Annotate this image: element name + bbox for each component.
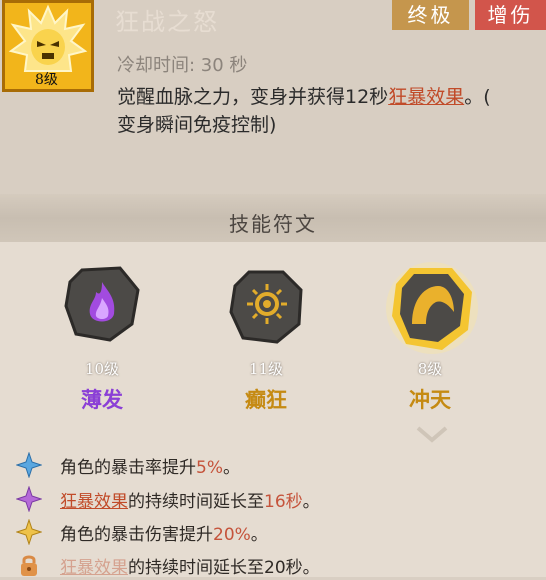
skill-title: 狂战之怒 bbox=[115, 8, 219, 36]
gold-eye-icon bbox=[229, 270, 303, 344]
bonus-desc: 角色的暴击率提升 bbox=[60, 458, 196, 478]
gold-wave-icon bbox=[386, 262, 478, 354]
bonus-end: 。 bbox=[222, 458, 240, 478]
bonus-row-3: 角色的暴击伤害提升20%。 bbox=[0, 517, 546, 547]
bonus-value: 20% bbox=[213, 525, 251, 545]
rune-1[interactable] bbox=[62, 264, 142, 348]
purple-star-icon bbox=[16, 486, 42, 512]
desc-text: 觉醒血脉之力，变身并获得12秒 bbox=[117, 86, 389, 108]
purple-flame-icon bbox=[64, 266, 140, 342]
section-title: 技能符文 bbox=[229, 212, 317, 236]
bonus-desc: 的持续时间延长至 bbox=[128, 558, 264, 578]
bonus-text: 狂暴效果的持续时间延长至16秒。 bbox=[60, 487, 320, 512]
rune-2-level: 11级 bbox=[248, 360, 284, 378]
rune-2[interactable] bbox=[227, 266, 307, 350]
cooldown-text: 冷却时间: 30 秒 bbox=[117, 55, 248, 76]
bonus-row-1: 角色的暴击率提升5%。 bbox=[0, 450, 546, 480]
rune-3-name: 冲天 bbox=[409, 388, 451, 412]
bonus-desc: 角色的暴击伤害提升 bbox=[60, 525, 213, 545]
bonus-value: 16秒 bbox=[264, 492, 303, 512]
rune-2-name: 癫狂 bbox=[245, 388, 287, 412]
bonus-text: 狂暴效果的持续时间延长至20秒。 bbox=[60, 553, 320, 578]
skill-description-line1: 觉醒血脉之力，变身并获得12秒狂暴效果。( bbox=[117, 82, 542, 109]
bonus-text: 角色的暴击伤害提升20%。 bbox=[60, 520, 268, 545]
skill-level-badge: 8级 bbox=[35, 72, 58, 88]
berserk-effect-link[interactable]: 狂暴效果 bbox=[60, 492, 128, 512]
rune-1-name: 薄发 bbox=[81, 388, 123, 412]
tag-damage: 增伤 bbox=[475, 0, 546, 30]
lock-icon bbox=[21, 555, 37, 576]
bonus-row-4-locked: 狂暴效果的持续时间延长至20秒。 bbox=[0, 550, 546, 580]
skill-description-line2: 变身瞬间免疫控制) bbox=[117, 114, 277, 136]
tag-final: 终极 bbox=[392, 0, 469, 30]
bonus-end: 。 bbox=[302, 492, 320, 512]
bonus-end: 。 bbox=[302, 558, 320, 578]
skill-icon[interactable]: 8级 bbox=[2, 0, 94, 92]
gold-star-icon bbox=[16, 519, 42, 545]
berserk-effect-link[interactable]: 狂暴效果 bbox=[60, 558, 128, 578]
desc-text-end: 。( bbox=[464, 86, 491, 108]
rune-1-level: 10级 bbox=[84, 360, 120, 378]
berserk-effect-link[interactable]: 狂暴效果 bbox=[388, 86, 464, 108]
rune-3-selected[interactable] bbox=[382, 258, 482, 362]
bonus-text: 角色的暴击率提升5%。 bbox=[60, 453, 240, 478]
bonus-value: 5% bbox=[196, 458, 223, 478]
bonus-end: 。 bbox=[250, 525, 268, 545]
bonus-desc: 的持续时间延长至 bbox=[128, 492, 264, 512]
chevron-down-icon bbox=[416, 426, 448, 443]
bonus-value: 20秒 bbox=[264, 558, 303, 578]
blue-star-icon bbox=[16, 452, 42, 478]
rune-3-level: 8级 bbox=[417, 360, 443, 378]
bonus-row-2: 狂暴效果的持续时间延长至16秒。 bbox=[0, 484, 546, 514]
